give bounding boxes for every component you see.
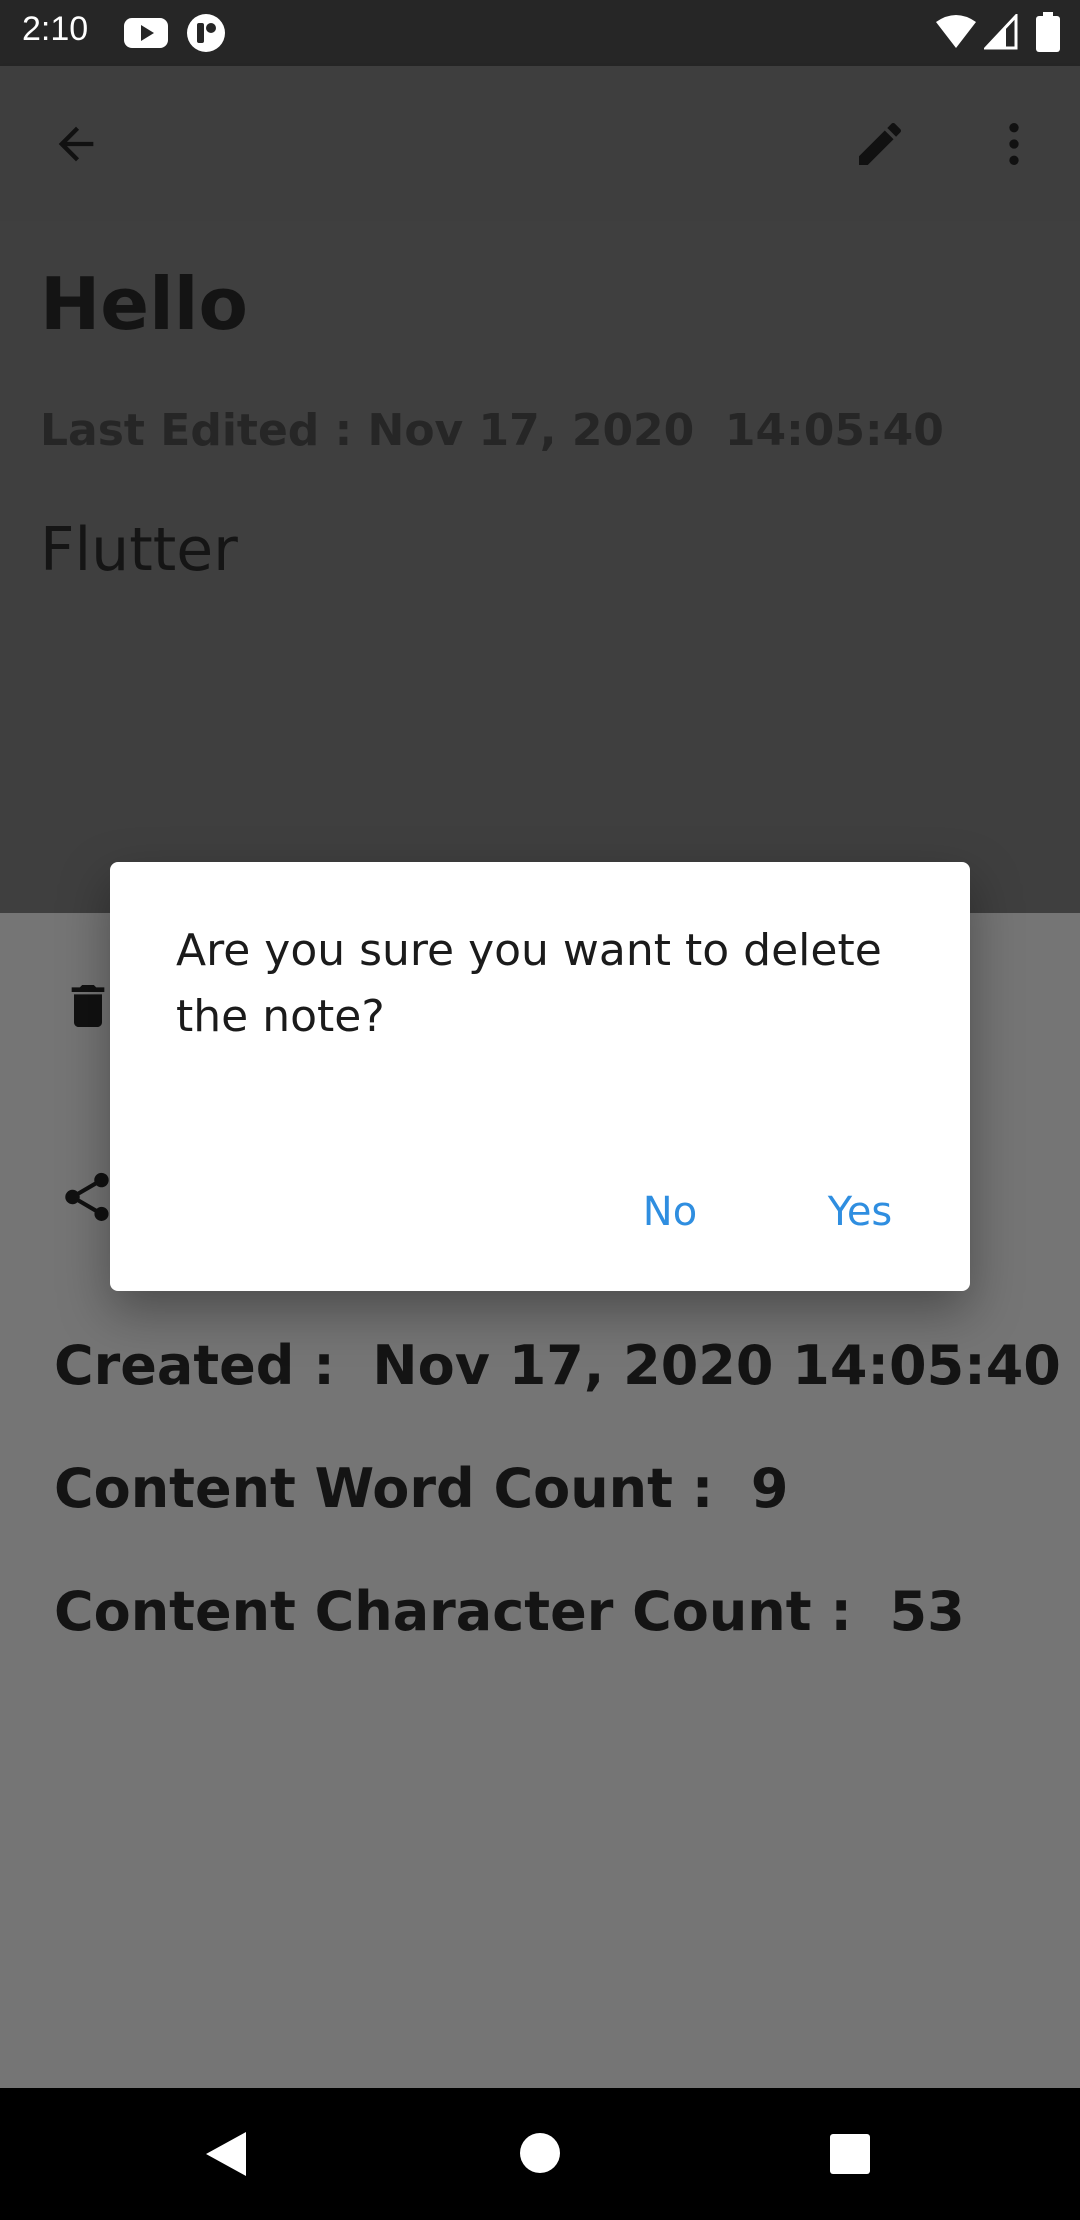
no-button[interactable]: No: [600, 1167, 740, 1257]
system-nav-bar: [0, 2088, 1080, 2220]
created-text: Created : Nov 17, 2020 14:05:40: [54, 1334, 1061, 1397]
note-title: Hello: [40, 262, 248, 346]
home-circle-icon[interactable]: [519, 2132, 561, 2174]
signal-icon: [984, 14, 1018, 50]
back-triangle-icon[interactable]: [204, 2130, 248, 2178]
status-bar: 2:10: [0, 0, 1080, 66]
delete-confirm-dialog: Are you sure you want to delete the note…: [110, 862, 970, 1291]
more-vert-icon[interactable]: [986, 116, 1042, 172]
youtube-icon: [124, 18, 168, 48]
trash-icon[interactable]: [60, 978, 116, 1034]
note-content: Flutter: [40, 515, 238, 585]
character-count-text: Content Character Count : 53: [54, 1580, 965, 1643]
edit-pencil-icon[interactable]: [852, 116, 908, 172]
recents-square-icon[interactable]: [829, 2133, 871, 2175]
app-notification-icon: [187, 14, 225, 52]
wifi-icon: [936, 15, 976, 48]
battery-icon: [1036, 12, 1060, 52]
app-bar: [0, 66, 1080, 221]
yes-button[interactable]: Yes: [790, 1167, 930, 1257]
share-icon[interactable]: [58, 1168, 116, 1226]
status-time: 2:10: [22, 10, 89, 48]
dialog-message: Are you sure you want to delete the note…: [176, 925, 882, 1042]
word-count-text: Content Word Count : 9: [54, 1457, 789, 1520]
last-edited-text: Last Edited : Nov 17, 2020 14:05:40: [40, 405, 944, 456]
back-arrow-icon[interactable]: [50, 118, 102, 170]
